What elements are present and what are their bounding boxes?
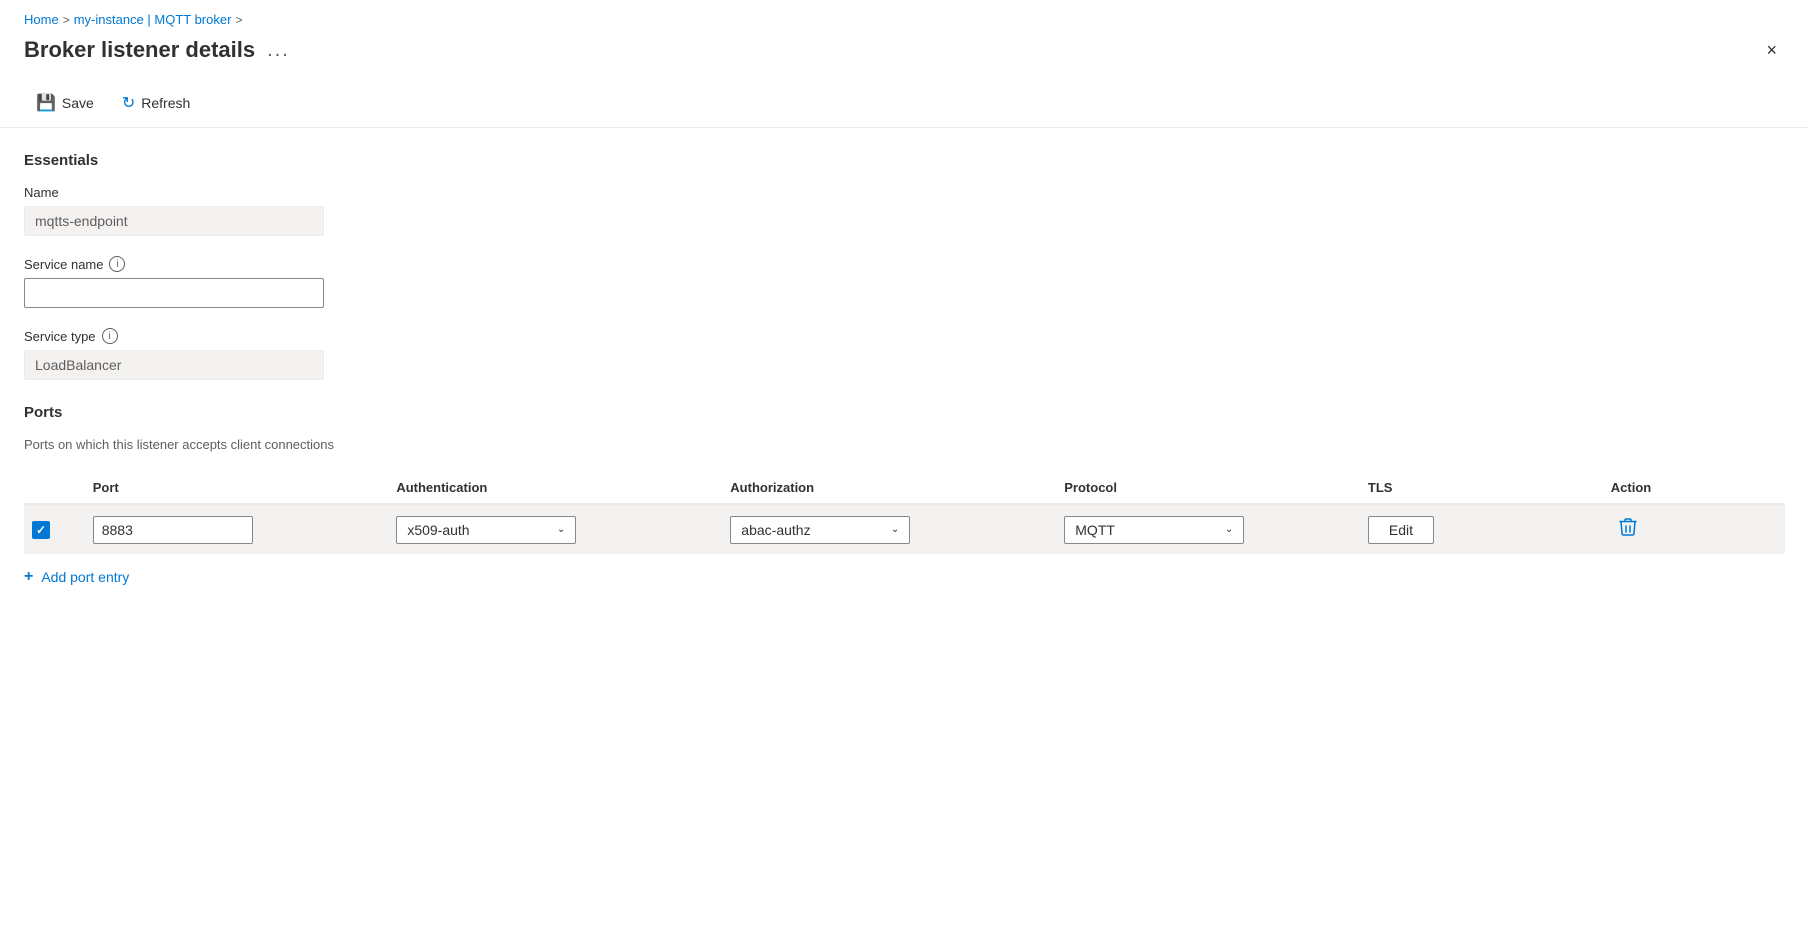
refresh-button[interactable]: ↻ Refresh xyxy=(110,87,202,119)
col-action: Action xyxy=(1603,472,1785,504)
refresh-label: Refresh xyxy=(141,95,190,111)
col-port: Port xyxy=(85,472,389,504)
port-input[interactable] xyxy=(93,516,253,544)
ports-table: Port Authentication Authorization Protoc… xyxy=(24,472,1785,554)
service-type-label: Service type i xyxy=(24,328,1785,344)
trash-icon xyxy=(1619,517,1637,537)
authorization-chevron: ⌄ xyxy=(891,524,899,535)
panel-more-options[interactable]: ... xyxy=(267,39,290,62)
ports-title: Ports xyxy=(24,404,1785,421)
name-field-group: Name mqtts-endpoint xyxy=(24,185,1785,236)
port-cell xyxy=(85,504,389,554)
save-label: Save xyxy=(62,95,94,111)
service-name-field-group: Service name i xyxy=(24,256,1785,308)
service-name-label: Service name i xyxy=(24,256,1785,272)
tls-cell: Edit xyxy=(1360,504,1603,554)
col-tls: TLS xyxy=(1360,472,1603,504)
save-icon: 💾 xyxy=(36,93,56,113)
essentials-title: Essentials xyxy=(24,152,1785,169)
breadcrumb-sep2: > xyxy=(235,13,242,27)
authentication-value: x509-auth xyxy=(407,522,469,538)
protocol-value: MQTT xyxy=(1075,522,1115,538)
add-port-label: Add port entry xyxy=(41,569,129,585)
service-type-value: LoadBalancer xyxy=(24,350,324,380)
action-cell xyxy=(1603,504,1785,554)
authentication-cell: x509-auth ⌄ xyxy=(388,504,722,554)
breadcrumb-instance[interactable]: my-instance | MQTT broker xyxy=(74,12,232,27)
protocol-dropdown[interactable]: MQTT ⌄ xyxy=(1064,516,1244,544)
ports-section: Ports Ports on which this listener accep… xyxy=(24,404,1785,586)
add-port-entry[interactable]: + Add port entry xyxy=(24,568,1785,586)
col-authorization: Authorization xyxy=(722,472,1056,504)
delete-row-button[interactable] xyxy=(1611,513,1645,546)
authorization-cell: abac-authz ⌄ xyxy=(722,504,1056,554)
col-checkbox xyxy=(24,472,85,504)
ports-table-header: Port Authentication Authorization Protoc… xyxy=(24,472,1785,504)
ports-subtitle: Ports on which this listener accepts cli… xyxy=(24,437,1785,452)
authentication-chevron: ⌄ xyxy=(557,524,565,535)
close-button[interactable]: × xyxy=(1758,37,1785,63)
table-row: x509-auth ⌄ abac-authz ⌄ xyxy=(24,504,1785,554)
service-type-info-icon: i xyxy=(102,328,118,344)
col-authentication: Authentication xyxy=(388,472,722,504)
row-checkbox[interactable] xyxy=(32,521,50,539)
authorization-dropdown[interactable]: abac-authz ⌄ xyxy=(730,516,910,544)
breadcrumb: Home > my-instance | MQTT broker > xyxy=(0,0,1809,33)
breadcrumb-sep1: > xyxy=(63,13,70,27)
service-name-info-icon: i xyxy=(109,256,125,272)
breadcrumb-home[interactable]: Home xyxy=(24,12,59,27)
authorization-value: abac-authz xyxy=(741,522,810,538)
broker-listener-panel: Home > my-instance | MQTT broker > Broke… xyxy=(0,0,1809,939)
panel-title: Broker listener details ... xyxy=(24,37,290,63)
row-checkbox-cell xyxy=(24,504,85,554)
toolbar: 💾 Save ↻ Refresh xyxy=(0,79,1809,128)
panel-title-text: Broker listener details xyxy=(24,37,255,63)
name-label: Name xyxy=(24,185,1785,200)
panel-header: Broker listener details ... × xyxy=(0,33,1809,79)
refresh-icon: ↻ xyxy=(122,93,135,113)
service-type-field-group: Service type i LoadBalancer xyxy=(24,328,1785,380)
authentication-dropdown[interactable]: x509-auth ⌄ xyxy=(396,516,576,544)
tls-edit-button[interactable]: Edit xyxy=(1368,516,1434,544)
col-protocol: Protocol xyxy=(1056,472,1360,504)
protocol-chevron: ⌄ xyxy=(1225,524,1233,535)
name-value: mqtts-endpoint xyxy=(24,206,324,236)
plus-icon: + xyxy=(24,568,33,586)
service-name-input[interactable] xyxy=(24,278,324,308)
protocol-cell: MQTT ⌄ xyxy=(1056,504,1360,554)
content-area: Essentials Name mqtts-endpoint Service n… xyxy=(0,128,1809,610)
save-button[interactable]: 💾 Save xyxy=(24,87,106,119)
